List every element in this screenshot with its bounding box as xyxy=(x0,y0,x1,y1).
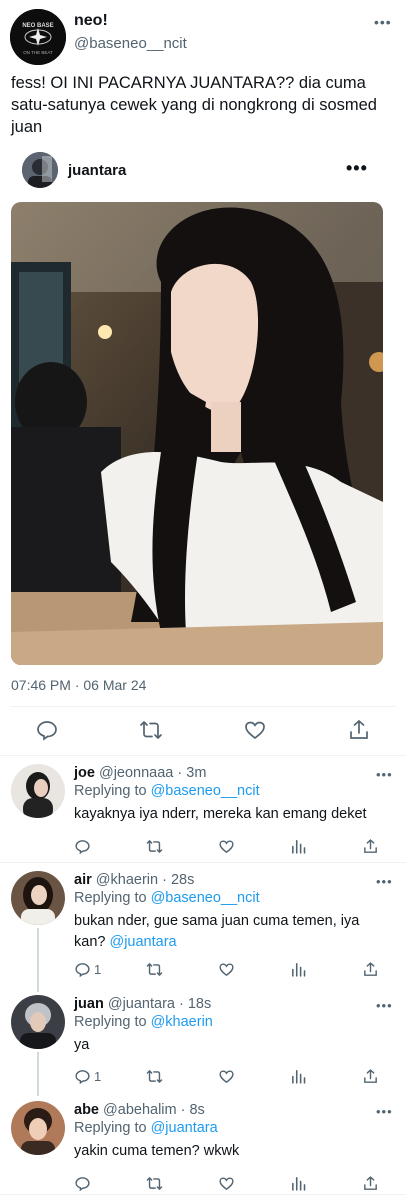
analytics-icon[interactable] xyxy=(290,1066,307,1086)
mention-link[interactable]: @juantara xyxy=(109,934,176,950)
reply-text: yakin cuma temen? wkwk xyxy=(74,1141,374,1162)
embed-avatar xyxy=(22,152,58,188)
share-icon[interactable] xyxy=(362,1066,379,1086)
replying-to-prefix: Replying to xyxy=(74,1014,151,1030)
replying-to: Replying to @baseneo__ncit xyxy=(74,783,260,799)
reply-text: kayaknya iya nderr, mereka kan emang dek… xyxy=(74,804,374,825)
reply-header: juan @juantara · 18s xyxy=(74,996,211,1012)
reply-item[interactable]: air @khaerin · 28s ••• Replying to @base… xyxy=(0,863,406,993)
reply-text: ya xyxy=(74,1035,374,1056)
heart-icon[interactable] xyxy=(218,1066,235,1086)
tweet-photo[interactable] xyxy=(11,202,383,665)
avatar[interactable] xyxy=(11,871,65,925)
embed-more-icon: ••• xyxy=(346,158,368,178)
replying-to-link[interactable]: @juantara xyxy=(151,1120,218,1136)
reply-icon[interactable] xyxy=(74,836,94,856)
author-display-name[interactable]: neo! xyxy=(74,12,108,30)
share-icon[interactable] xyxy=(347,718,373,744)
replying-to: Replying to @baseneo__ncit xyxy=(74,890,260,906)
analytics-icon[interactable] xyxy=(290,959,307,979)
author-avatar[interactable]: NEO BASE ON THE BEAT xyxy=(10,9,66,65)
reply-icon[interactable]: 1 xyxy=(74,1066,101,1086)
reply-display-name[interactable]: juan xyxy=(74,996,104,1012)
tweet-action-bar xyxy=(0,718,406,748)
divider xyxy=(0,1194,406,1195)
logo-text-bottom: ON THE BEAT xyxy=(23,50,53,55)
reply-time[interactable]: · 3m xyxy=(177,765,206,781)
reply-item[interactable]: juan @juantara · 18s ••• Replying to @kh… xyxy=(0,987,406,1095)
heart-icon[interactable] xyxy=(243,718,269,744)
reply-handle[interactable]: @juantara xyxy=(108,996,175,1012)
analytics-icon[interactable] xyxy=(290,836,307,856)
author-handle[interactable]: @baseneo__ncit xyxy=(74,35,187,52)
replying-to-link[interactable]: @baseneo__ncit xyxy=(151,783,260,799)
reply-count: 1 xyxy=(94,1068,102,1084)
replying-to: Replying to @juantara xyxy=(74,1120,218,1136)
reply-item[interactable]: abe @abehalim · 8s ••• Replying to @juan… xyxy=(0,1093,406,1193)
replying-to-prefix: Replying to xyxy=(74,890,151,906)
reply-display-name[interactable]: joe xyxy=(74,765,95,781)
reply-text-body: kayaknya iya nderr, mereka kan emang dek… xyxy=(74,806,367,822)
embed-username: juantara xyxy=(68,162,127,179)
more-icon[interactable]: ••• xyxy=(376,874,393,889)
reply-count: 1 xyxy=(94,961,102,977)
reply-action-bar xyxy=(0,1173,406,1195)
reply-time[interactable]: · 18s xyxy=(179,996,211,1012)
reply-action-bar xyxy=(0,836,406,858)
more-icon[interactable]: ••• xyxy=(376,767,393,782)
tweet-text: fess! OI INI PACARNYA JUANTARA?? dia cum… xyxy=(11,74,377,136)
avatar[interactable] xyxy=(11,1101,65,1155)
reply-header: joe @jeonnaaa · 3m xyxy=(74,765,206,781)
reply-text: bukan nder, gue sama juan cuma temen, iy… xyxy=(74,911,374,953)
avatar[interactable] xyxy=(11,764,65,818)
share-icon[interactable] xyxy=(362,1173,379,1193)
share-icon[interactable] xyxy=(362,959,379,979)
reply-text-body: yakin cuma temen? wkwk xyxy=(74,1143,240,1159)
reply-handle[interactable]: @khaerin xyxy=(96,872,158,888)
reply-display-name[interactable]: abe xyxy=(74,1102,99,1118)
reply-time[interactable]: · 8s xyxy=(181,1102,205,1118)
reply-handle[interactable]: @jeonnaaa xyxy=(99,765,173,781)
reply-display-name[interactable]: air xyxy=(74,872,92,888)
heart-icon[interactable] xyxy=(218,959,235,979)
replying-to: Replying to @khaerin xyxy=(74,1014,213,1030)
reply-header: abe @abehalim · 8s xyxy=(74,1102,205,1118)
tweet-timestamp[interactable]: 07:46 PM · 06 Mar 24 xyxy=(11,677,146,693)
retweet-icon[interactable] xyxy=(146,959,163,979)
heart-icon[interactable] xyxy=(218,1173,235,1193)
tweet-more-icon[interactable]: ••• xyxy=(374,14,392,30)
reply-icon[interactable] xyxy=(35,718,61,744)
analytics-icon[interactable] xyxy=(290,1173,307,1193)
replying-to-link[interactable]: @baseneo__ncit xyxy=(151,890,260,906)
reply-icon[interactable]: 1 xyxy=(74,959,101,979)
avatar[interactable] xyxy=(11,995,65,1049)
more-icon[interactable]: ••• xyxy=(376,1104,393,1119)
reply-header: air @khaerin · 28s xyxy=(74,872,194,888)
retweet-icon[interactable] xyxy=(146,836,163,856)
retweet-icon[interactable] xyxy=(146,1066,163,1086)
reply-text-body: ya xyxy=(74,1037,90,1053)
reply-item[interactable]: joe @jeonnaaa · 3m ••• Replying to @base… xyxy=(0,756,406,862)
reply-action-bar: 1 xyxy=(0,959,406,981)
divider xyxy=(10,706,396,707)
heart-icon[interactable] xyxy=(218,836,235,856)
replying-to-prefix: Replying to xyxy=(74,783,151,799)
retweet-icon[interactable] xyxy=(146,1173,163,1193)
reply-action-bar: 1 xyxy=(0,1066,406,1088)
more-icon[interactable]: ••• xyxy=(376,998,393,1013)
share-icon[interactable] xyxy=(362,836,379,856)
retweet-icon[interactable] xyxy=(139,718,165,744)
reply-icon[interactable] xyxy=(74,1173,94,1193)
replying-to-prefix: Replying to xyxy=(74,1120,151,1136)
reply-time[interactable]: · 28s xyxy=(162,872,194,888)
replying-to-link[interactable]: @khaerin xyxy=(151,1014,213,1030)
reply-handle[interactable]: @abehalim xyxy=(103,1102,177,1118)
